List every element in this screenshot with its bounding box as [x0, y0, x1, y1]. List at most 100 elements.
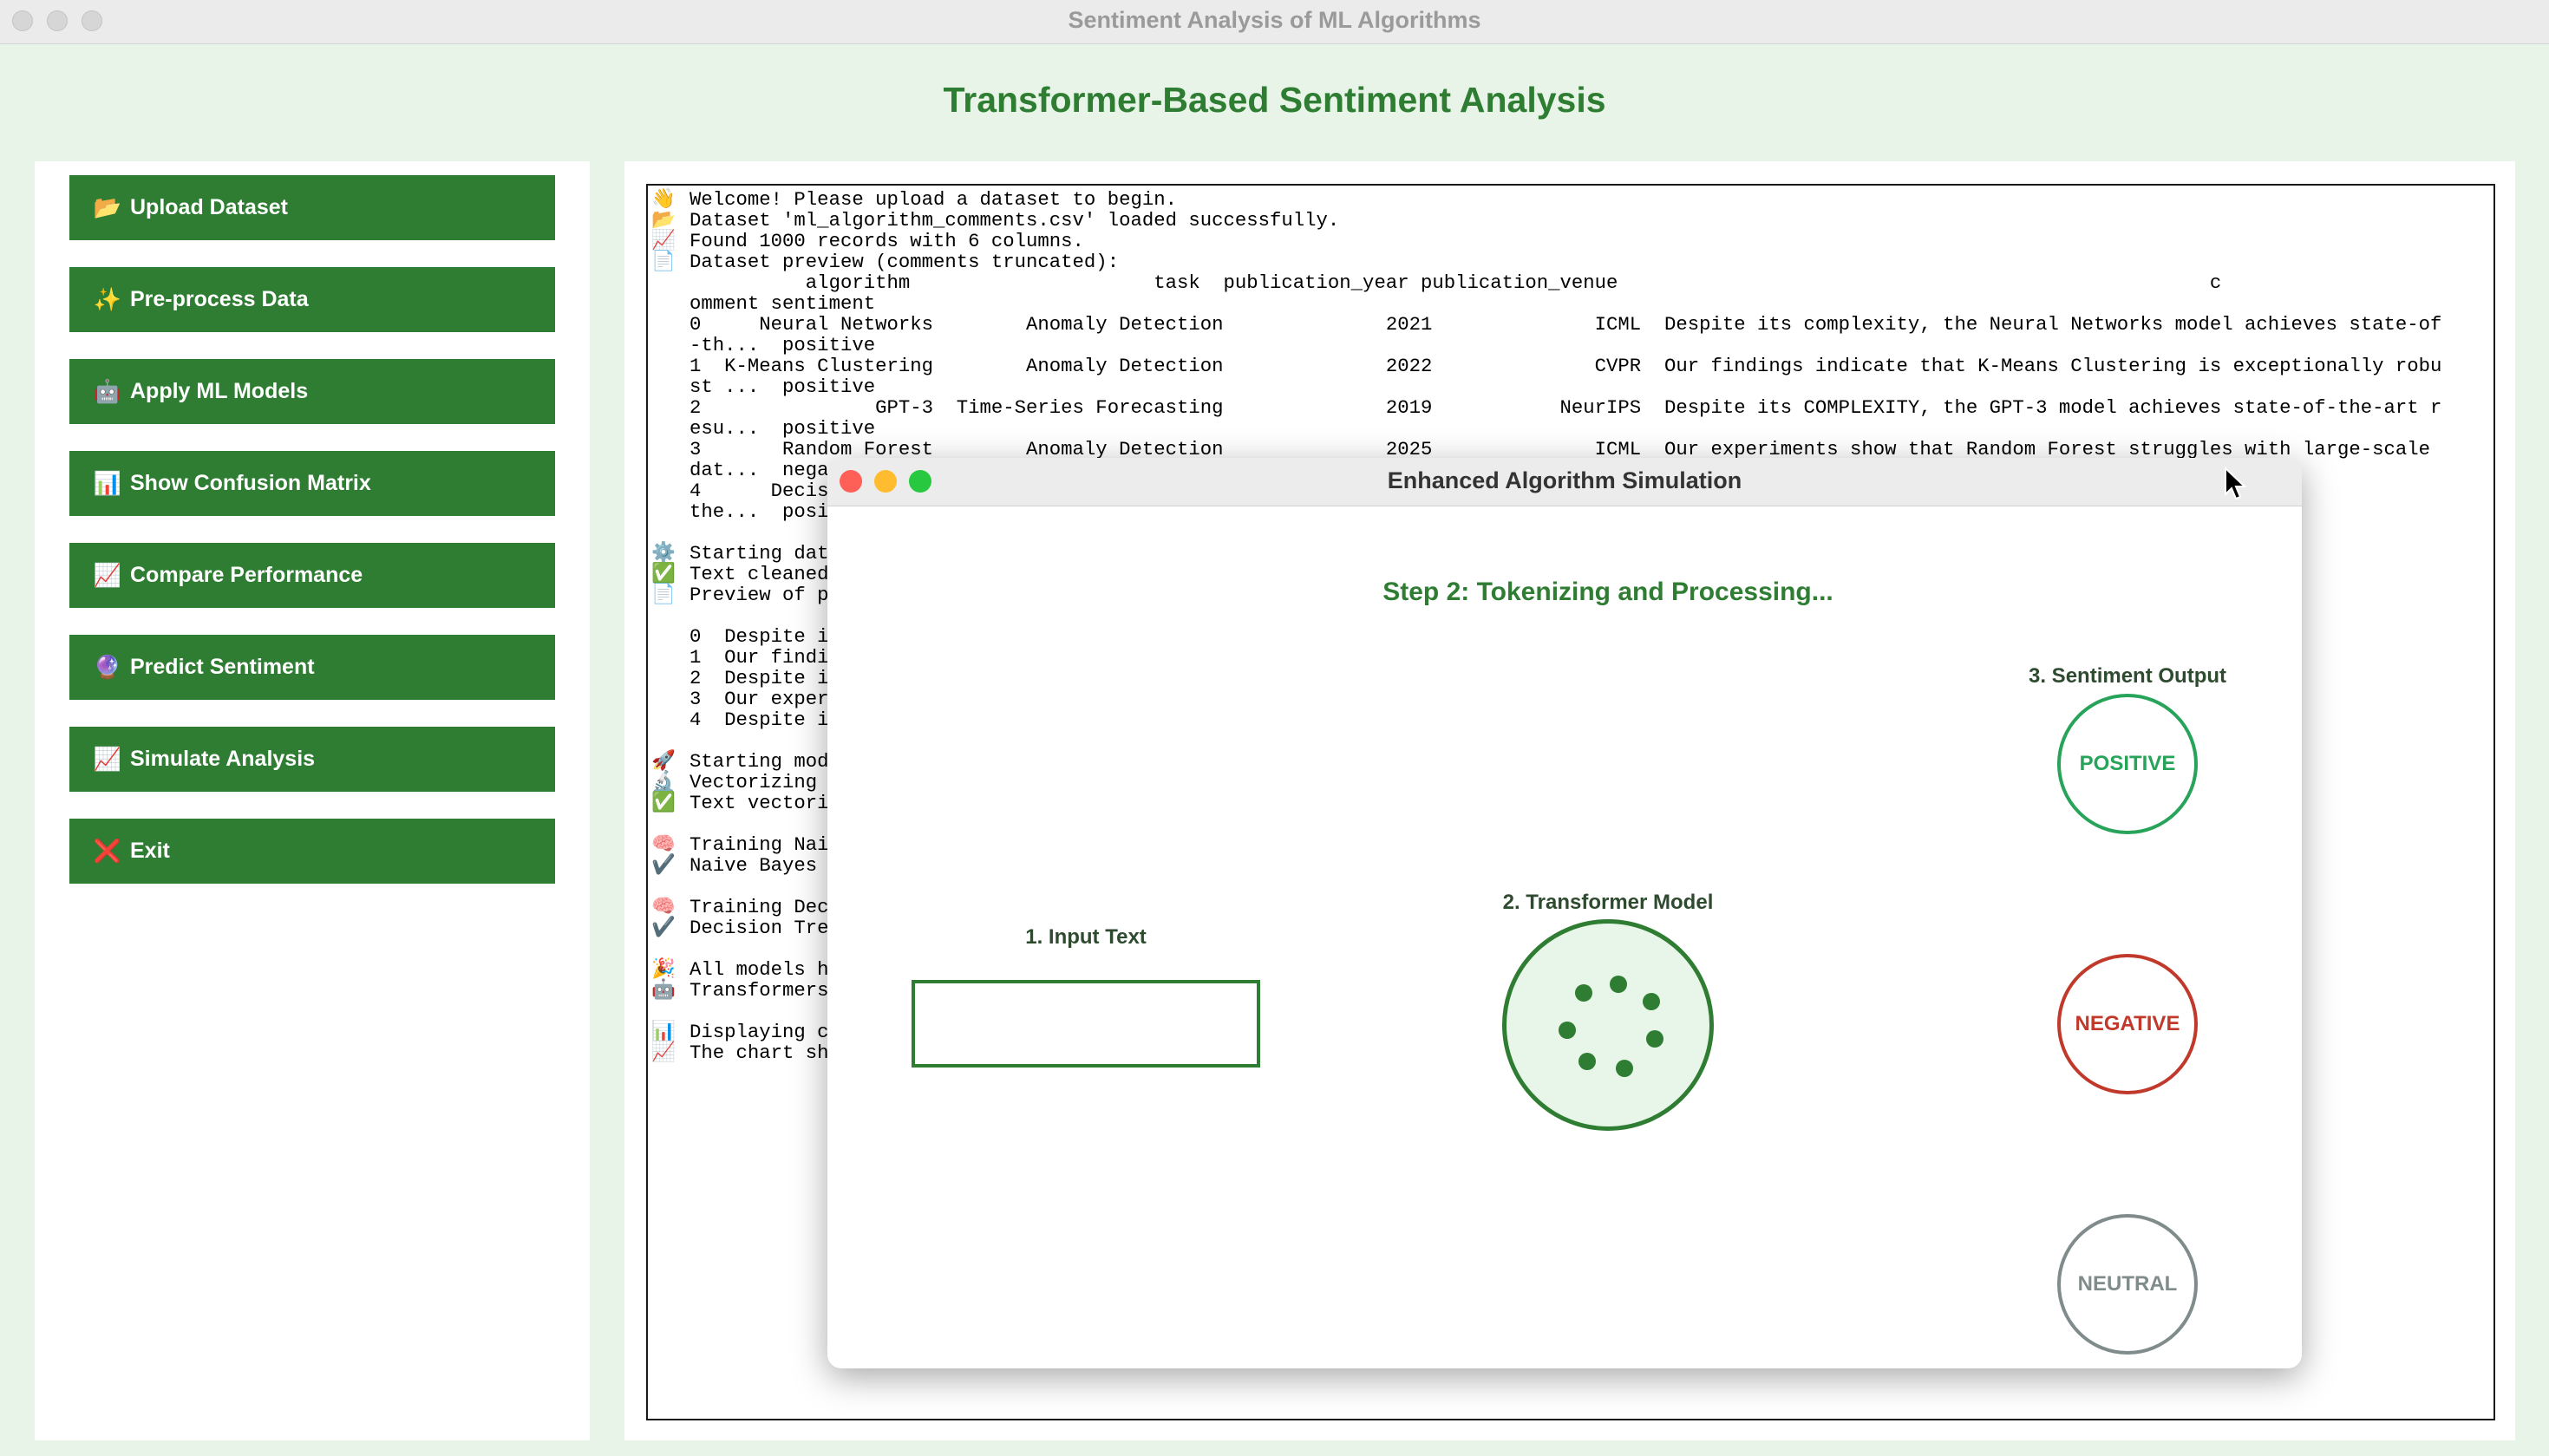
exit-button[interactable]: ❌ Exit [69, 819, 555, 884]
console-line-text: Text vectori [690, 792, 829, 814]
transformer-model-label: 2. Transformer Model [1502, 891, 1714, 914]
chart-increasing-icon: 📈 [93, 562, 122, 588]
console-line-text: Decision Tre [690, 917, 829, 939]
simulate-analysis-button[interactable]: 📈 Simulate Analysis [69, 727, 555, 792]
console-line-icon: 📂 [651, 209, 676, 232]
console-line: 📈 Found 1000 records with 6 columns. [651, 231, 1084, 251]
negative-output-node: NEGATIVE [2057, 954, 2198, 1094]
compare-performance-label: Compare Performance [130, 563, 363, 587]
console-line-text: Found 1000 records with 6 columns. [690, 230, 1084, 252]
console-line-icon: ✔️ [651, 917, 676, 939]
console-line: 👋 Welcome! Please upload a dataset to beg… [651, 189, 1177, 210]
window-titlebar: Sentiment Analysis of ML Algorithms [0, 0, 2549, 44]
console-line: 🤖 Transformers [651, 980, 829, 1001]
folder-icon: 📂 [93, 194, 122, 220]
apply-ml-models-button[interactable]: 🤖 Apply ML Models [69, 359, 555, 424]
compare-performance-button[interactable]: 📈 Compare Performance [69, 543, 555, 608]
console-line: 🎉 All models h [651, 959, 829, 980]
console-line: 📄 Dataset preview (comments truncated): [651, 251, 1119, 272]
console-line-text: Preview of p [690, 584, 829, 606]
console-line: esu... positive [651, 418, 875, 439]
preprocess-data-button[interactable]: ✨ Pre-process Data [69, 267, 555, 332]
processing-dot [1616, 1060, 1633, 1077]
console-line-text: Training Nai [690, 833, 829, 856]
step-status: Step 2: Tokenizing and Processing... [1382, 578, 1833, 606]
console-line: 2 GPT-3 Time-Series Forecasting 2019 Neu… [651, 397, 2441, 418]
console-line-text: The chart sh [690, 1041, 829, 1064]
console-line: 🧠 Training Dec [651, 897, 829, 917]
console-line-icon: 🧠 [651, 833, 676, 856]
console-line: ✔️ Decision Tre [651, 917, 829, 938]
console-line-text: esu... positive [690, 417, 876, 440]
console-line: 1 K-Means Clustering Anomaly Detection 2… [651, 356, 2441, 376]
console-line: algorithm task publication_year publicat… [651, 272, 2221, 293]
console-line-text: Dataset 'ml_algorithm_comments.csv' load… [690, 209, 1340, 232]
console-line-text: -th... positive [690, 334, 876, 356]
positive-output-node: POSITIVE [2057, 694, 2198, 834]
console-line-text: 0 Neural Networks Anomaly Detection 2021… [690, 313, 2442, 336]
console-line: 📂 Dataset 'ml_algorithm_comments.csv' loa… [651, 210, 1339, 231]
simulation-dialog: Enhanced Algorithm Simulation Step 2: To… [827, 458, 2302, 1368]
exit-label: Exit [130, 839, 170, 863]
console-line: ⚙️ Starting data [651, 543, 840, 564]
console-line: 3 Random Forest Anomaly Detection 2025 I… [651, 439, 2430, 460]
console-line-text: Starting data [690, 542, 840, 565]
input-text-label: 1. Input Text [1025, 925, 1147, 949]
sidebar: 📂 Upload Dataset ✨ Pre-process Data 🤖 Ap… [35, 161, 590, 1440]
window-title: Sentiment Analysis of ML Algorithms [1068, 7, 1481, 33]
upload-dataset-label: Upload Dataset [130, 195, 288, 219]
console-line: ✅ Text vectori [651, 793, 829, 813]
console-line-text: Naive Bayes [690, 854, 818, 877]
processing-dot [1575, 984, 1592, 1002]
predict-sentiment-label: Predict Sentiment [130, 655, 315, 679]
console-line: ✔️ Naive Bayes [651, 855, 817, 876]
console-line-icon: 👋 [651, 188, 676, 211]
processing-dot [1578, 1053, 1596, 1070]
app-heading: Transformer-Based Sentiment Analysis [943, 80, 1606, 120]
console-line: 2 Despite its [651, 668, 852, 689]
mouse-cursor-icon [2225, 467, 2246, 500]
console-line: 🔬 Vectorizing [651, 772, 817, 793]
console-line: 0 Neural Networks Anomaly Detection 2021… [651, 314, 2441, 335]
console-line: st ... positive [651, 376, 875, 397]
console-line-text: Starting mod [690, 750, 829, 773]
console-line-text: Transformers [690, 979, 829, 1002]
apply-ml-models-label: Apply ML Models [130, 379, 309, 403]
neutral-output-node: NEUTRAL [2057, 1214, 2198, 1355]
console-line-text: 2 GPT-3 Time-Series Forecasting 2019 Neu… [690, 396, 2442, 419]
chart-icon: 📈 [93, 746, 122, 772]
console-line-text: algorithm task publication_year publicat… [690, 271, 2222, 294]
robot-icon: 🤖 [93, 378, 122, 404]
console-line-icon: 🔬 [651, 771, 676, 793]
processing-dot [1643, 993, 1660, 1010]
processing-dot [1646, 1030, 1663, 1048]
processing-dot [1559, 1022, 1576, 1039]
console-line-text: st ... positive [690, 375, 876, 398]
console-line-icon: ✅ [651, 563, 676, 585]
console-line-text: Displaying c [690, 1021, 829, 1043]
console-line: 🧠 Training Nai [651, 834, 829, 855]
console-line-text: Dataset preview (comments truncated): [690, 251, 1120, 273]
console-line: 📈 The chart sh [651, 1042, 829, 1063]
transformer-model-node [1502, 919, 1714, 1131]
simulate-analysis-label: Simulate Analysis [130, 747, 316, 771]
console-line-text: Welcome! Please upload a dataset to begi… [690, 188, 1177, 211]
preprocess-data-label: Pre-process Data [130, 287, 309, 311]
predict-sentiment-button[interactable]: 🔮 Predict Sentiment [69, 635, 555, 700]
console-line-text: All models h [690, 958, 829, 981]
console-line-icon: 🤖 [651, 979, 676, 1002]
processing-dot [1610, 976, 1627, 993]
console-line: 📄 Preview of p [651, 584, 829, 605]
console-line-text: Training Dec [690, 896, 829, 918]
console-line-text: Vectorizing [690, 771, 818, 793]
console-line-icon: 🎉 [651, 958, 676, 981]
console-line-icon: ⚙️ [651, 542, 676, 565]
show-confusion-matrix-button[interactable]: 📊 Show Confusion Matrix [69, 451, 555, 516]
console-line: 4 Despite its [651, 709, 852, 730]
console-line-icon: ✔️ [651, 854, 676, 877]
upload-dataset-button[interactable]: 📂 Upload Dataset [69, 175, 555, 240]
input-text-box [912, 980, 1260, 1068]
